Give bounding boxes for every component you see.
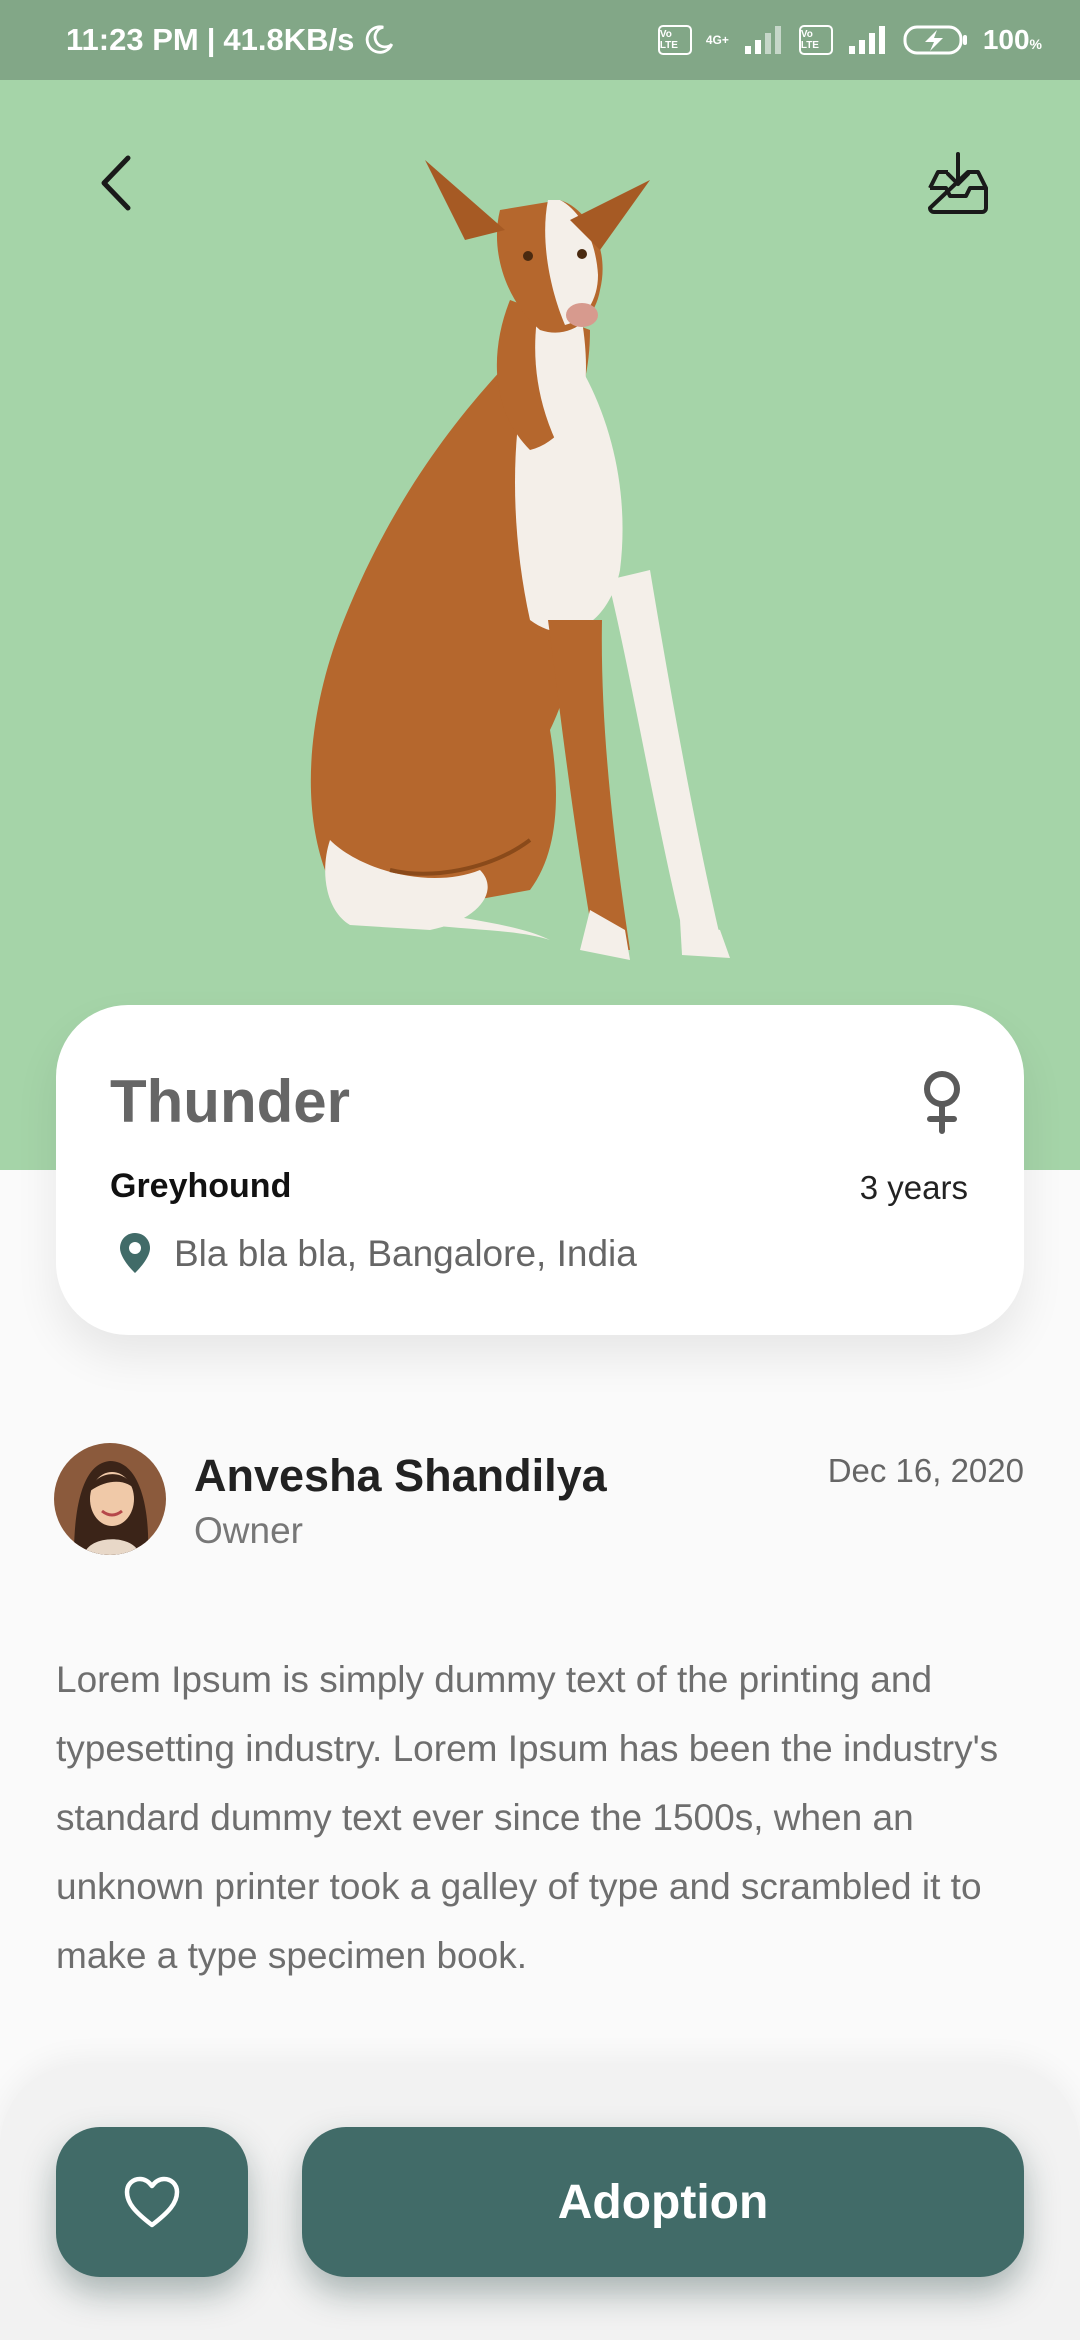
status-time: 11:23 PM [66, 22, 199, 57]
status-net-speed: 41.8KB/s [223, 22, 355, 57]
volte-badge-2: Vo LTE [798, 25, 833, 55]
pet-description: Lorem Ipsum is simply dummy text of the … [56, 1659, 999, 1976]
post-date: Dec 16, 2020 [827, 1452, 1024, 1489]
avatar-image [54, 1443, 166, 1555]
moon-icon [366, 25, 394, 54]
save-inbox-icon[interactable] [918, 146, 998, 226]
pet-breed: Greyhound [110, 1167, 292, 1205]
pet-name: Thunder [110, 1068, 350, 1135]
owner-avatar[interactable] [54, 1443, 166, 1555]
location-pin-icon [120, 1233, 150, 1273]
battery-percent: 100% [982, 24, 1042, 55]
net-type-badge: 4G+ [705, 32, 729, 47]
pet-location: Bla bla bla, Bangalore, India [174, 1233, 637, 1274]
female-icon [924, 1071, 960, 1134]
status-separator: | [206, 22, 216, 57]
pet-info-card: Thunder Greyhound 3 years Bla bla bla, B… [56, 1005, 1024, 1335]
status-left: 11:23 PM | 41.8KB/s [66, 22, 396, 58]
pet-age: 3 years [859, 1169, 968, 1206]
status-bar: 11:23 PM | 41.8KB/s Vo LTE 4G+ Vo LTE 10… [0, 0, 1080, 80]
heart-icon [124, 2176, 180, 2228]
signal-icon-1 [744, 26, 781, 54]
battery-charging-icon [903, 25, 967, 55]
owner-role: Owner [194, 1510, 303, 1551]
back-arrow-icon[interactable] [88, 148, 152, 218]
volte-badge-1: Vo LTE [657, 25, 692, 55]
owner-name: Anvesha Shandilya [194, 1450, 607, 1501]
signal-icon-2 [848, 26, 885, 54]
favorite-button[interactable] [56, 2127, 248, 2277]
adoption-button[interactable]: Adoption [302, 2127, 1024, 2277]
status-right: Vo LTE 4G+ Vo LTE 100% [657, 24, 1042, 56]
dog-image [310, 160, 730, 960]
